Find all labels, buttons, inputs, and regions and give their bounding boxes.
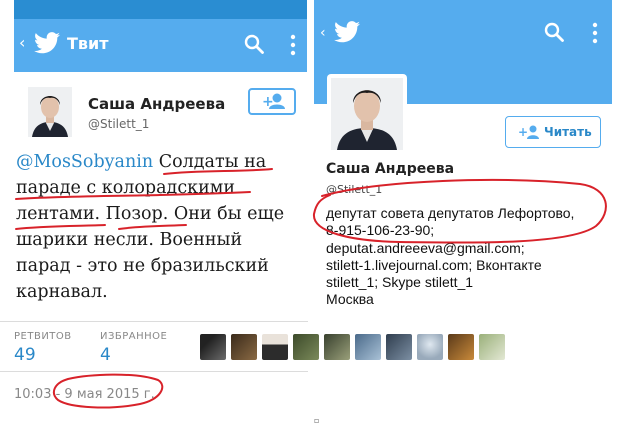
retweets-label: РЕТВИТОВ (14, 331, 72, 342)
more-options-icon[interactable] (290, 33, 296, 57)
bio-location: Москва (326, 291, 374, 308)
bio-line: stilett_1; Skype stilett_1 (326, 274, 474, 291)
tweet-line: шарики несли. Военный (16, 230, 243, 250)
left-app-bar: ‹ Твит (14, 19, 307, 72)
tweet-line: Солдаты на (153, 152, 267, 172)
profile-avatar (331, 78, 403, 150)
tank-avatar-icon[interactable] (448, 334, 474, 360)
retweets-count[interactable]: 49 (14, 345, 36, 365)
favorites-count[interactable]: 4 (100, 345, 111, 365)
bio-line: депутат совета депутатов Лефортово, (326, 205, 575, 221)
more-options-icon[interactable] (592, 21, 598, 45)
follow-button-label: Читать (544, 125, 592, 139)
twitter-bird-icon (34, 32, 60, 54)
tweet-line: лентами. Позор. Они бы еще (16, 204, 285, 224)
author-handle[interactable]: @Stilett_1 (88, 117, 149, 131)
divider (0, 371, 308, 372)
tweet-timestamp: 10:03 - 9 мая 2015 г. (14, 387, 155, 402)
add-user-icon: + (518, 125, 539, 139)
landscape-avatar-icon[interactable] (355, 334, 381, 360)
back-button[interactable]: ‹ (19, 33, 25, 52)
soldiers-avatar-icon[interactable] (324, 334, 350, 360)
left-status-bar (14, 0, 307, 19)
divider (0, 321, 308, 322)
seal-avatar-icon[interactable] (479, 334, 505, 360)
profile-name: Саша Андреева (326, 161, 455, 177)
helicopter-avatar-icon[interactable] (293, 334, 319, 360)
svg-text:+: + (518, 125, 528, 139)
back-button[interactable]: ‹ (320, 25, 326, 41)
cartoon-avatar-icon[interactable] (417, 334, 443, 360)
screen-title: Твит (67, 34, 109, 53)
search-icon[interactable] (544, 22, 564, 42)
follow-button[interactable]: + (248, 88, 296, 115)
bio-line: stilett-1.livejournal.com; Вконтакте (326, 256, 542, 273)
dark-avatar-icon[interactable] (386, 334, 412, 360)
bear-avatar-icon[interactable] (231, 334, 257, 360)
add-user-icon: + (262, 93, 285, 110)
profile-avatar-frame[interactable] (327, 74, 407, 154)
wolf-avatar-icon[interactable] (200, 334, 226, 360)
profile-handle: @Stilett_1 (326, 183, 383, 196)
follow-button[interactable]: + Читать (505, 116, 601, 148)
bio-line: 8-915-106-23-90; (326, 222, 435, 239)
mention-link[interactable]: @MosSobyanin (16, 152, 153, 172)
tweet-line: парад - это не бразильский (16, 256, 269, 276)
author-name[interactable]: Саша Андреева (88, 95, 225, 113)
profile-bio: депутат совета депутатов Лефортово, 8-91… (326, 205, 611, 309)
author-avatar[interactable] (28, 87, 72, 137)
favorites-label: ИЗБРАННОЕ (100, 331, 168, 342)
man-in-suit-avatar-icon[interactable] (262, 334, 288, 360)
tweet-line: параде с колорадскими (16, 178, 236, 198)
image-marker: ▫ (314, 416, 320, 425)
bio-email-link[interactable]: deputat.andreeeva@gmail.com; (326, 240, 611, 257)
twitter-bird-icon (334, 21, 360, 43)
search-icon[interactable] (244, 34, 264, 54)
tweet-line: карнавал. (16, 282, 108, 302)
